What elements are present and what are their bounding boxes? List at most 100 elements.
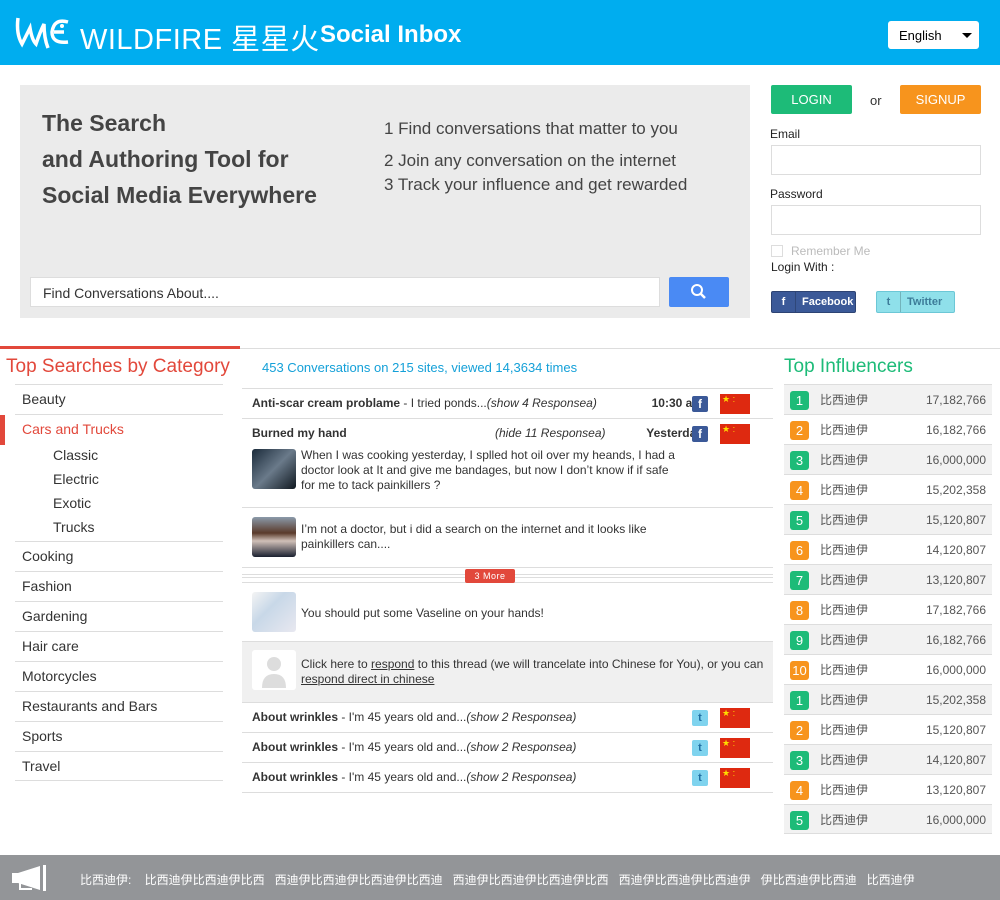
- category-item[interactable]: Hair care: [15, 631, 223, 661]
- conversation-list: 453 Conversations on 215 sites, viewed 1…: [242, 358, 773, 793]
- influencer-row[interactable]: 2 比西迪伊 15,120,807: [784, 714, 992, 744]
- or-label: or: [870, 93, 882, 108]
- influencer-score: 16,182,766: [925, 633, 986, 647]
- thread-title[interactable]: Burned my hand: [252, 426, 347, 440]
- category-item[interactable]: Motorcycles: [15, 661, 223, 691]
- influencer-score: 13,120,807: [925, 783, 986, 797]
- china-flag-icon: ★ :: [720, 708, 750, 728]
- rank-badge: 6: [790, 541, 809, 560]
- signup-button[interactable]: SIGNUP: [900, 85, 981, 114]
- category-item[interactable]: Travel: [15, 751, 223, 781]
- subcategory-item[interactable]: Exotic: [22, 491, 216, 515]
- influencer-row[interactable]: 8 比西迪伊 17,182,766: [784, 594, 992, 624]
- wildfire-logo-icon[interactable]: [14, 14, 70, 50]
- email-field[interactable]: [771, 145, 981, 175]
- facebook-icon: f: [772, 292, 796, 312]
- thread-title[interactable]: About wrinkles: [252, 740, 338, 754]
- influencer-score: 15,202,358: [925, 483, 986, 497]
- thread-row[interactable]: About wrinkles - I'm 45 years old and...…: [242, 702, 773, 732]
- influencer-score: 15,202,358: [925, 693, 986, 707]
- influencer-name: 比西迪伊: [820, 783, 869, 797]
- other-threads: About wrinkles - I'm 45 years old and...…: [242, 702, 773, 792]
- influencer-name: 比西迪伊: [820, 393, 869, 407]
- category-item[interactable]: Cooking: [15, 541, 223, 571]
- category-item[interactable]: Beauty: [15, 384, 223, 414]
- influencer-name: 比西迪伊: [820, 753, 869, 767]
- email-label: Email: [770, 127, 801, 141]
- reply-text: When I was cooking yesterday, I splled h…: [301, 448, 675, 492]
- facebook-login-button[interactable]: f Facebook: [771, 291, 856, 313]
- influencer-row[interactable]: 3 比西迪伊 14,120,807: [784, 744, 992, 774]
- influencer-row[interactable]: 7 比西迪伊 13,120,807: [784, 564, 992, 594]
- respond-text: to this thread (we will trancelate into …: [414, 657, 764, 671]
- influencer-row[interactable]: 5 比西迪伊 15,120,807: [784, 504, 992, 534]
- influencer-row[interactable]: 4 比西迪伊 13,120,807: [784, 774, 992, 804]
- respond-chinese-link[interactable]: respond direct in chinese: [301, 672, 434, 686]
- subcategory-item[interactable]: Trucks: [22, 515, 216, 539]
- influencer-name: 比西迪伊: [820, 483, 869, 497]
- login-button[interactable]: LOGIN: [771, 85, 852, 114]
- rank-badge: 8: [790, 601, 809, 620]
- influencer-row[interactable]: 6 比西迪伊 14,120,807: [784, 534, 992, 564]
- show-more-button[interactable]: 3 More: [465, 569, 515, 583]
- category-item-active[interactable]: Cars and Trucks Classic Electric Exotic …: [0, 414, 223, 539]
- password-field[interactable]: [771, 205, 981, 235]
- thread-snippet: - I'm 45 years old and...: [338, 710, 467, 724]
- thread-row[interactable]: Anti-scar cream problame - I tried ponds…: [242, 388, 773, 418]
- thread-header[interactable]: Burned my hand (hide 11 Responsea) Yeste…: [252, 419, 773, 449]
- toggle-responses-link[interactable]: (show 4 Responsea): [487, 396, 597, 410]
- thread-snippet: - I'm 45 years old and...: [338, 770, 467, 784]
- influencer-row[interactable]: 5 比西迪伊 16,000,000: [784, 804, 992, 834]
- influencer-row[interactable]: 9 比西迪伊 16,182,766: [784, 624, 992, 654]
- rank-badge: 1: [790, 391, 809, 410]
- category-item[interactable]: Restaurants and Bars: [15, 691, 223, 721]
- language-select[interactable]: English: [888, 21, 979, 49]
- toggle-responses-link[interactable]: (show 2 Responsea): [466, 710, 576, 724]
- influencer-name: 比西迪伊: [820, 813, 869, 827]
- category-label: Cars and Trucks: [22, 421, 124, 437]
- rank-badge: 5: [790, 511, 809, 530]
- category-item[interactable]: Fashion: [15, 571, 223, 601]
- influencer-row[interactable]: 1 比西迪伊 15,202,358: [784, 684, 992, 714]
- rank-badge: 2: [790, 721, 809, 740]
- influencer-score: 14,120,807: [925, 543, 986, 557]
- influencer-name: 比西迪伊: [820, 633, 869, 647]
- twitter-login-button[interactable]: t Twitter: [876, 291, 955, 313]
- china-flag-icon: ★ :: [720, 768, 750, 788]
- search-input[interactable]: Find Conversations About....: [30, 277, 660, 307]
- influencer-row[interactable]: 4 比西迪伊 15,202,358: [784, 474, 992, 504]
- influencer-name: 比西迪伊: [820, 693, 869, 707]
- thread-title[interactable]: About wrinkles: [252, 770, 338, 784]
- toggle-responses-link[interactable]: (hide 11 Responsea): [495, 419, 606, 448]
- subcategory-item[interactable]: Classic: [22, 443, 216, 467]
- search-button[interactable]: [669, 277, 729, 307]
- influencer-row[interactable]: 2 比西迪伊 16,182,766: [784, 414, 992, 444]
- language-value: English: [899, 28, 942, 43]
- respond-link[interactable]: respond: [371, 657, 414, 671]
- influencer-score: 14,120,807: [925, 753, 986, 767]
- toggle-responses-link[interactable]: (show 2 Responsea): [466, 770, 576, 784]
- toggle-responses-link[interactable]: (show 2 Responsea): [466, 740, 576, 754]
- influencer-score: 16,000,000: [925, 813, 986, 827]
- influencer-score: 16,000,000: [925, 453, 986, 467]
- influencer-row[interactable]: 1 比西迪伊 17,182,766: [784, 384, 992, 414]
- thread-title[interactable]: About wrinkles: [252, 710, 338, 724]
- thread-row[interactable]: About wrinkles - I'm 45 years old and...…: [242, 762, 773, 792]
- reply-item: You should put some Vaseline on your han…: [242, 583, 773, 641]
- category-accent-line: [0, 346, 240, 349]
- subcategory-item[interactable]: Electric: [22, 467, 216, 491]
- thread-row[interactable]: About wrinkles - I'm 45 years old and...…: [242, 732, 773, 762]
- category-item[interactable]: Sports: [15, 721, 223, 751]
- rank-badge: 3: [790, 451, 809, 470]
- user-avatar: [252, 449, 296, 489]
- influencer-row[interactable]: 10 比西迪伊 16,000,000: [784, 654, 992, 684]
- influencer-row[interactable]: 3 比西迪伊 16,000,000: [784, 444, 992, 474]
- reply-item: I’m not a doctor, but i did a search on …: [242, 507, 773, 567]
- twitter-icon: t: [877, 292, 901, 312]
- category-item[interactable]: Gardening: [15, 601, 223, 631]
- hero-title: The Search and Authoring Tool for Social…: [42, 105, 317, 213]
- thread-title[interactable]: Anti-scar cream problame: [252, 396, 400, 410]
- hero-title-line: and Authoring Tool for: [42, 146, 289, 172]
- influencer-name: 比西迪伊: [820, 423, 869, 437]
- remember-me-checkbox[interactable]: Remember Me: [771, 244, 870, 258]
